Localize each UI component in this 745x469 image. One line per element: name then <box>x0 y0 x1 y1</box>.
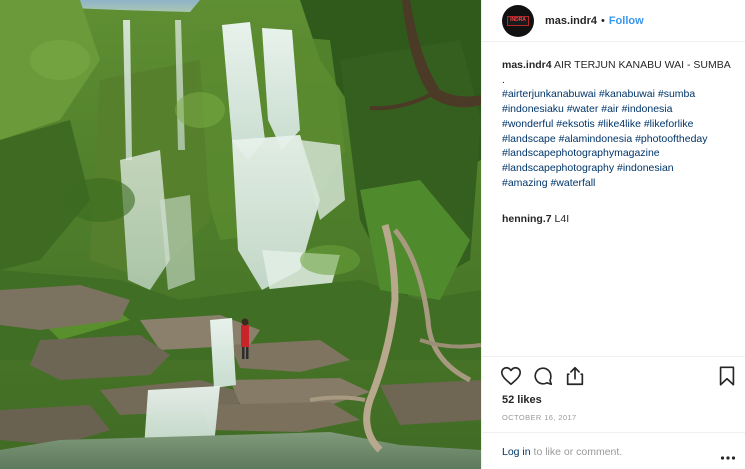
comment-text: L4I <box>554 213 570 225</box>
post-caption: mas.indr4 AIR TERJUN KANABU WAI - SUMBA … <box>502 58 738 190</box>
post-photo[interactable] <box>0 0 481 469</box>
bookmark-icon[interactable] <box>716 365 738 387</box>
caption-dot-line: . <box>502 73 505 86</box>
hashtag-link[interactable]: #amazing #waterfall <box>502 177 595 189</box>
post-side-panel: INDRA mas.indr4 • Follow mas.indr4 AIR T… <box>481 0 745 469</box>
hashtag-line: #landscape #alamindonesia #photooftheday <box>502 132 738 147</box>
more-dots-icon[interactable] <box>720 448 736 460</box>
login-suffix: to like or comment. <box>533 446 623 458</box>
hashtag-link[interactable]: #wonderful #eksotis #like4like #likeforl… <box>502 118 693 130</box>
post-header: INDRA mas.indr4 • Follow <box>482 0 745 42</box>
login-prompt: Log in to like or comment. <box>502 446 622 458</box>
share-icon[interactable] <box>564 365 586 387</box>
comment-username[interactable]: henning.7 <box>502 213 552 225</box>
hashtag-link[interactable]: #landscapephotographymagazine <box>502 147 660 159</box>
heart-icon[interactable] <box>500 365 522 387</box>
hashtag-line: #wonderful #eksotis #like4like #likeforl… <box>502 117 738 132</box>
hashtag-line: #landscapephotography #indonesian <box>502 161 738 176</box>
hashtag-link[interactable]: #indonesiaku #water #air #indonesia <box>502 103 672 115</box>
hashtag-link[interactable]: #airterjunkanabuwai #kanabuwai #sumba <box>502 88 695 100</box>
hashtag-link[interactable]: #landscapephotography #indonesian <box>502 162 674 174</box>
post-date: OCTOBER 16, 2017 <box>502 413 577 422</box>
hashtag-link[interactable]: #landscape #alamindonesia #photooftheday <box>502 133 708 145</box>
header-separator: • <box>600 14 605 27</box>
likes-count[interactable]: 52 likes <box>502 394 542 406</box>
hashtag-line: #indonesiaku #water #air #indonesia <box>502 102 738 117</box>
caption-username[interactable]: mas.indr4 <box>502 59 552 71</box>
avatar[interactable]: INDRA <box>502 4 534 37</box>
avatar-logo: INDRA <box>507 15 529 26</box>
caption-title-line: mas.indr4 AIR TERJUN KANABU WAI - SUMBA <box>502 58 738 73</box>
caption-title: AIR TERJUN KANABU WAI - SUMBA <box>553 59 731 71</box>
hashtag-line: #landscapephotographymagazine <box>502 146 738 161</box>
action-icons <box>500 365 740 389</box>
waterfall-image <box>0 0 481 469</box>
actions-divider <box>482 356 745 357</box>
login-link[interactable]: Log in <box>502 446 531 458</box>
comment-icon[interactable] <box>532 365 554 387</box>
follow-button[interactable]: Follow <box>609 15 644 27</box>
comment-item: henning.7 L4I <box>502 212 569 226</box>
header-username[interactable]: mas.indr4 <box>545 15 597 27</box>
hashtag-line: #amazing #waterfall <box>502 176 738 191</box>
hashtag-line: #airterjunkanabuwai #kanabuwai #sumba <box>502 87 738 102</box>
avatar-text: INDRA <box>510 17 526 23</box>
